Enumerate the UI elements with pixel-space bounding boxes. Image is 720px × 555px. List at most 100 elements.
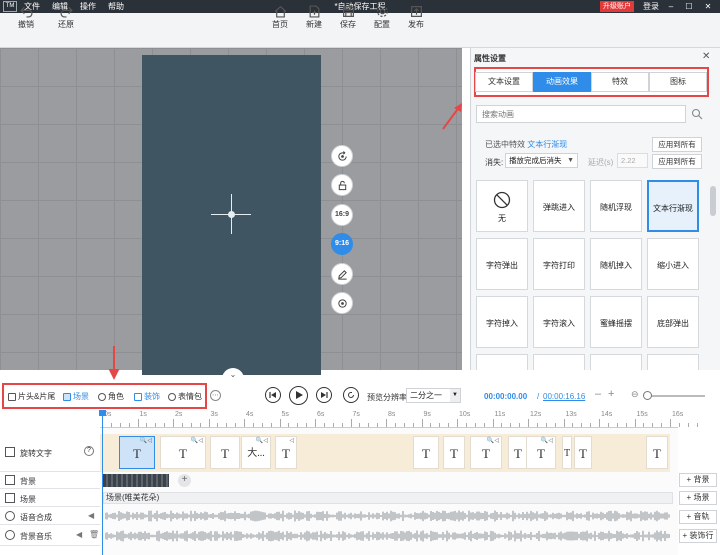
clip-tools-icon[interactable]: 🔍◁ <box>487 438 499 445</box>
effect-shrink-in[interactable]: 缩小进入 <box>647 238 699 290</box>
zoom-slider-handle[interactable] <box>643 391 652 400</box>
help-icon[interactable]: ? <box>84 446 94 456</box>
settings-button[interactable] <box>331 292 353 314</box>
add-voice-button[interactable]: + 音轨 <box>679 510 717 524</box>
playhead-line[interactable] <box>102 410 103 555</box>
zoom-out-button[interactable]: – <box>595 388 601 400</box>
text-clip[interactable]: T <box>210 436 240 469</box>
undo-button[interactable]: 撤销 <box>8 3 44 33</box>
effect-random-fade[interactable]: 随机浮现 <box>590 180 642 232</box>
clip-tools-icon[interactable]: 🔍◁ <box>541 438 553 445</box>
skip-forward-button[interactable] <box>316 387 332 403</box>
text-clip[interactable]: T <box>646 436 668 469</box>
effect-char-roll[interactable]: 字符滚入 <box>533 296 585 348</box>
save-button[interactable]: 保存 <box>330 3 366 33</box>
zoom-in-button[interactable]: + <box>608 388 614 400</box>
panel-scrollbar[interactable] <box>710 186 716 216</box>
text-clip[interactable]: T <box>443 436 465 469</box>
clip-tools-icon[interactable]: 🔍◁ <box>140 438 152 445</box>
asset-decoration[interactable]: 装饰 <box>134 391 160 402</box>
text-clip[interactable]: T <box>574 436 592 469</box>
ratio-9-16-button[interactable]: 9:16 <box>331 233 353 255</box>
clip-tools-icon[interactable]: 🔍◁ <box>191 438 203 445</box>
maximize-icon[interactable]: ☐ <box>682 0 696 13</box>
add-scene-button[interactable]: + 场景 <box>679 491 717 505</box>
track-label-voice[interactable]: 语音合成 ◀ <box>0 507 100 525</box>
effect-random-drop[interactable]: 随机掉入 <box>590 238 642 290</box>
publish-button[interactable]: 发布 <box>398 3 434 33</box>
search-icon[interactable] <box>691 108 703 120</box>
tab-animation-effects[interactable]: 动画效果 <box>533 72 591 92</box>
effect-char-popup[interactable]: 字符弹出 <box>476 238 528 290</box>
replay-button[interactable] <box>343 387 359 403</box>
effect-row-partial[interactable] <box>476 354 528 370</box>
text-clip[interactable]: T ◁ <box>275 436 297 469</box>
effect-row-partial[interactable] <box>647 354 699 370</box>
effect-char-drop[interactable]: 字符掉入 <box>476 296 528 348</box>
scene-clip[interactable]: 场景(唯美花朵) <box>103 492 673 504</box>
effect-char-typing[interactable]: 字符打印 <box>533 238 585 290</box>
home-button[interactable]: 首页 <box>262 3 298 33</box>
effect-row-partial[interactable] <box>590 354 642 370</box>
speaker-icon[interactable]: ◀ <box>88 511 94 520</box>
delay-input[interactable]: 2.22 <box>617 153 648 168</box>
trash-icon[interactable]: 🗑 <box>89 530 99 539</box>
skip-back-button[interactable] <box>265 387 281 403</box>
speaker-icon[interactable]: ◀ <box>76 530 82 539</box>
track-label-music[interactable]: 背景音乐 ◀ 🗑 <box>0 525 100 546</box>
crosshair-center[interactable] <box>228 211 235 218</box>
minimize-icon[interactable]: – <box>664 0 678 13</box>
close-icon[interactable]: ✕ <box>701 0 715 13</box>
track-label-text[interactable]: 旋转文字 ? <box>0 434 100 472</box>
tab-text-settings[interactable]: 文本设置 <box>475 72 533 92</box>
panel-close-icon[interactable]: ✕ <box>702 51 710 62</box>
effect-bounce-in[interactable]: 弹跳进入 <box>533 180 585 232</box>
effect-none[interactable]: 无 <box>476 180 528 232</box>
effect-row-partial[interactable] <box>533 354 585 370</box>
asset-emoji[interactable]: 表情包 <box>168 391 202 402</box>
background-clip[interactable] <box>103 474 169 487</box>
preview-resolution-select[interactable]: 二分之一 ▼ <box>406 388 461 403</box>
text-clip[interactable]: T <box>508 436 528 469</box>
effect-line-fade-in[interactable]: 文本行渐现 <box>647 180 699 232</box>
ratio-16-9-button[interactable]: 16:9 <box>331 204 353 226</box>
text-clip[interactable]: T 🔍◁ <box>526 436 556 469</box>
clip-tools-icon[interactable]: ◁ <box>289 438 294 445</box>
text-clip[interactable]: T 🔍◁ <box>160 436 206 469</box>
voice-waveform[interactable] <box>105 510 670 522</box>
asset-scene[interactable]: 场景 <box>63 391 89 402</box>
effect-bee-swing[interactable]: 蜜蜂摇摆 <box>590 296 642 348</box>
apply-to-all-button[interactable]: 应用到所有 <box>652 137 702 152</box>
effect-bottom-popup[interactable]: 底部弹出 <box>647 296 699 348</box>
music-waveform[interactable] <box>105 530 670 542</box>
add-background-button[interactable]: + 背景 <box>679 473 717 487</box>
track-label-scene[interactable]: 场景 <box>0 489 100 507</box>
text-clip-selected[interactable]: T 🔍◁ <box>119 436 155 469</box>
play-button[interactable] <box>289 386 308 405</box>
clip-tools-icon[interactable]: 🔍◁ <box>256 438 268 445</box>
animation-search-input[interactable] <box>476 105 686 123</box>
disappear-select[interactable]: 播放完成后消失 ▼ <box>505 153 578 168</box>
edit-button[interactable] <box>331 263 353 285</box>
track-label-background[interactable]: 背景 <box>0 472 100 489</box>
redo-button[interactable]: 还原 <box>48 3 84 33</box>
tab-special-effects[interactable]: 特效 <box>591 72 649 92</box>
more-options-icon[interactable]: ⋯ <box>210 390 221 401</box>
login-link[interactable]: 登录 <box>643 0 659 13</box>
asset-character[interactable]: 角色 <box>98 391 124 402</box>
new-project-button[interactable]: 新建 <box>296 3 332 33</box>
add-decoration-button[interactable]: + 装饰行 <box>679 529 717 543</box>
config-button[interactable]: 配置 <box>364 3 400 33</box>
add-background-icon[interactable]: + <box>178 474 191 487</box>
upgrade-account-button[interactable]: 升级账户 <box>600 1 634 12</box>
text-clip[interactable]: 大... 🔍◁ <box>241 436 271 469</box>
menu-help[interactable]: 帮助 <box>108 0 124 13</box>
text-clip[interactable]: T 🔍◁ <box>470 436 502 469</box>
lock-button[interactable] <box>331 174 353 196</box>
total-time[interactable]: 00:00:16.16 <box>543 392 585 401</box>
text-clip[interactable]: T <box>562 436 572 469</box>
text-clip[interactable]: T <box>413 436 439 469</box>
apply-to-all-button-2[interactable]: 应用到所有 <box>652 154 702 169</box>
zoom-slider-track[interactable] <box>645 395 705 397</box>
rotate-button[interactable] <box>331 145 353 167</box>
